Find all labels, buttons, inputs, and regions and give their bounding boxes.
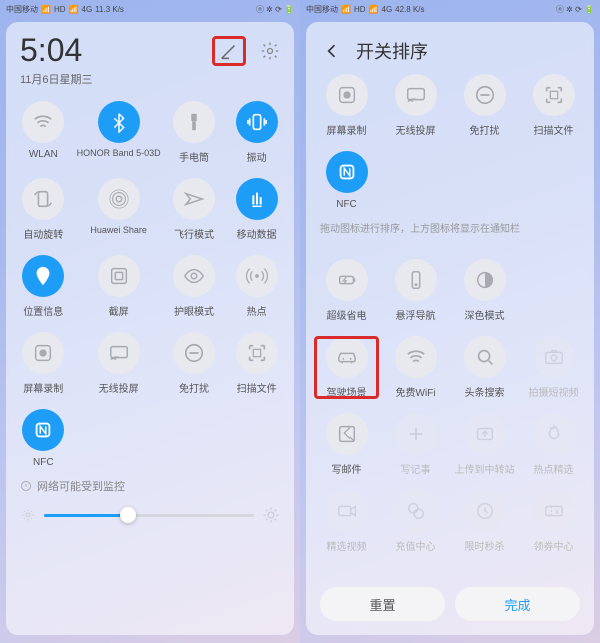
dnd-icon [173,332,215,374]
brightness-low-icon [20,507,36,523]
toggle-rec[interactable]: 屏幕录制 [314,74,379,137]
done-button[interactable]: 完成 [455,587,580,621]
toggle-cast[interactable]: 无线投屏 [383,74,448,137]
date-label: 11月6日星期三 [14,71,286,87]
arrange-toggles-pane: 中国移动 📶HD📶4G42.8 K/s ⓝ ✲ ⟳ 🔋 开关排序 屏幕录制无线投… [300,0,600,643]
toggle-rec[interactable]: 屏幕录制 [14,332,73,395]
toggle-mail[interactable]: 写邮件 [314,413,379,476]
toggle-grid: WLANHONOR Band 5-03D手电筒振动自动旋转Huawei Shar… [14,101,286,468]
mail-icon [326,413,368,455]
flame-icon [533,413,575,455]
dark-icon [464,259,506,301]
page-title: 开关排序 [356,38,428,64]
cast-icon [395,74,437,116]
brightness-high-icon [262,506,280,524]
toggle-pin[interactable]: 位置信息 [14,255,73,318]
toggle-hotspot[interactable]: 热点 [227,255,286,318]
arrange-panel: 开关排序 屏幕录制无线投屏免打扰扫描文件 NFC 拖动图标进行排序，上方图标将显… [306,22,594,635]
toggle-video[interactable]: 精选视频 [314,490,379,553]
toggle-torch[interactable]: 手电筒 [165,101,224,164]
toggle-cast[interactable]: 无线投屏 [77,332,161,395]
toggle-plus[interactable]: 写记事 [383,413,448,476]
wifi-icon [22,101,64,143]
toggle-bat[interactable]: 超级省电 [314,259,379,322]
toggle-car[interactable]: 驾驶场景 [314,336,379,399]
toggle-wifi[interactable]: WLAN [14,101,73,164]
back-button[interactable] [322,41,342,61]
share-icon [98,178,140,220]
recharge-icon [395,490,437,532]
toggle-dark[interactable]: 深色模式 [452,259,517,322]
car-icon [326,336,368,378]
toggle-search[interactable]: 头条搜索 [452,336,517,399]
toggle-scan[interactable]: 扫描文件 [521,74,586,137]
toggle-recharge[interactable]: 充值中心 [383,490,448,553]
toggle-dnd[interactable]: 免打扰 [452,74,517,137]
toggle-nfc[interactable]: NFC [314,151,379,210]
toggle-cam[interactable]: 拍摄短视频 [521,336,586,399]
vibrate-icon [236,101,278,143]
ticket-icon: ¥ [533,490,575,532]
clock-icon [464,490,506,532]
toggle-nfc[interactable]: NFC [14,409,73,468]
toggle-rotate[interactable]: 自动旋转 [14,178,73,241]
drag-hint: 拖动图标进行排序，上方图标将显示在通知栏 [320,220,586,235]
shot-icon [98,255,140,297]
dock-icon [395,259,437,301]
wifi-icon [395,336,437,378]
cam-icon [533,336,575,378]
bat-icon [326,259,368,301]
plane-icon [173,178,215,220]
toggle-ticket[interactable]: ¥领券中心 [521,490,586,553]
data-icon [236,178,278,220]
search-icon [464,336,506,378]
scan-icon [236,332,278,374]
plus-icon [395,413,437,455]
toggle-plane[interactable]: 飞行模式 [165,178,224,241]
toggle-scan[interactable]: 扫描文件 [227,332,286,395]
toggle-clock[interactable]: 限时秒杀 [452,490,517,553]
pin-icon [22,255,64,297]
svg-text:¥: ¥ [554,507,559,516]
hotspot-icon [236,255,278,297]
status-bar: 中国移动 📶HD📶4G42.8 K/s ⓝ ✲ ⟳ 🔋 [300,0,600,18]
settings-icon[interactable] [260,41,280,61]
network-monitored-note[interactable]: 网络可能受到监控 [20,478,286,494]
toggle-upload[interactable]: 上传到中转站 [452,413,517,476]
carrier: 中国移动 [6,4,38,15]
scan-icon [533,74,575,116]
toggle-data[interactable]: 移动数据 [227,178,286,241]
video-icon [326,490,368,532]
rec-icon [22,332,64,374]
toggle-dnd[interactable]: 免打扰 [165,332,224,395]
toggle-flame[interactable]: 热点精选 [521,413,586,476]
rec-icon [326,74,368,116]
upload-icon [464,413,506,455]
eye-icon [173,255,215,297]
quick-settings-pane: 中国移动 📶HD📶4G11.3 K/s ⓝ ✲ ⟳ 🔋 5:04 11月6日星期… [0,0,300,643]
cast-icon [98,332,140,374]
dnd-icon [464,74,506,116]
edit-toggles-button[interactable] [212,36,246,66]
toggle-share[interactable]: Huawei Share [77,178,161,241]
brightness-slider[interactable] [14,506,286,524]
reset-button[interactable]: 重置 [320,587,445,621]
qs-panel: 5:04 11月6日星期三 WLANHONOR Band 5-03D手电筒振动自… [6,22,294,635]
toggle-shot[interactable]: 截屏 [77,255,161,318]
status-bar: 中国移动 📶HD📶4G11.3 K/s ⓝ ✲ ⟳ 🔋 [0,0,300,18]
torch-icon [173,101,215,143]
clock: 5:04 [20,32,82,69]
toggle-wifi[interactable]: 免费WiFi [383,336,448,399]
toggle-dock[interactable]: 悬浮导航 [383,259,448,322]
bt-icon [98,101,140,143]
rotate-icon [22,178,64,220]
toggle-eye[interactable]: 护眼模式 [165,255,224,318]
toggle-bt[interactable]: HONOR Band 5-03D [77,101,161,164]
toggle-vibrate[interactable]: 振动 [227,101,286,164]
nfc-icon [22,409,64,451]
